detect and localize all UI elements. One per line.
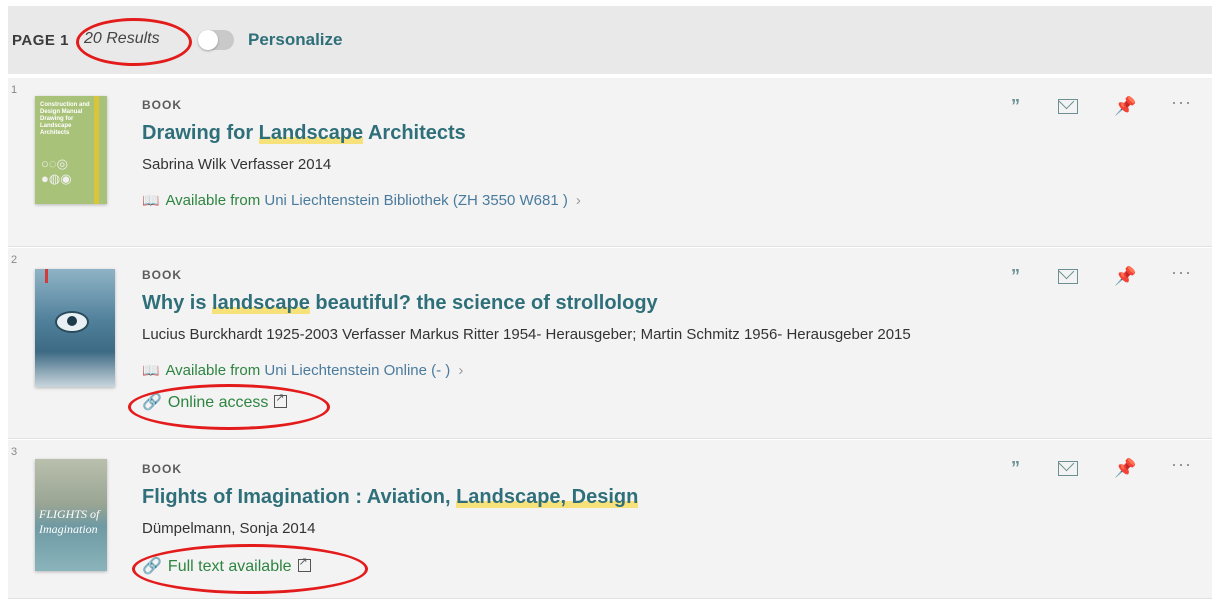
link-icon: 🔗	[142, 394, 162, 411]
chevron-right-icon: ›	[458, 362, 464, 379]
result-authors: Dümpelmann, Sonja 2014	[142, 520, 316, 537]
mail-icon[interactable]	[1058, 461, 1078, 476]
results-count: 20 Results	[84, 30, 160, 47]
cover-title-text: FLIGHTS of Imagination	[39, 507, 100, 536]
cover-eye-graphic	[55, 311, 89, 333]
availability-line[interactable]: 📖 Available from Uni Liechtenstein Biblio…	[142, 192, 581, 209]
book-cover-thumbnail[interactable]: FLIGHTS of Imagination	[35, 459, 107, 571]
result-item: 3 FLIGHTS of Imagination BOOK Flights of…	[8, 440, 1212, 599]
result-actions: ” 📌 ···	[1006, 454, 1196, 479]
result-authors: Lucius Burckhardt 1925-2003 Verfasser Ma…	[142, 326, 911, 343]
result-title-link[interactable]: Why is landscape beautiful? the science …	[142, 292, 658, 315]
result-authors: Sabrina Wilk Verfasser 2014	[142, 156, 332, 173]
more-icon[interactable]: ···	[1171, 454, 1192, 475]
online-access-link[interactable]: 🔗 Online access	[142, 391, 288, 412]
result-title-link[interactable]: Drawing for Landscape Architects	[142, 122, 466, 145]
chevron-right-icon: ›	[575, 192, 581, 209]
more-icon[interactable]: ···	[1171, 92, 1192, 113]
pin-icon[interactable]: 📌	[1114, 458, 1136, 479]
toggle-knob	[198, 30, 218, 50]
mail-icon[interactable]	[1058, 99, 1078, 114]
result-index: 1	[11, 84, 18, 96]
quote-icon[interactable]: ”	[1011, 266, 1020, 287]
link-icon: 🔗	[142, 558, 162, 575]
cover-title-text: Construction and Design Manual Drawing f…	[40, 102, 90, 136]
pin-icon[interactable]: 📌	[1114, 266, 1136, 287]
result-actions: ” 📌 ···	[1006, 92, 1196, 117]
result-type: BOOK	[142, 268, 182, 282]
book-icon: 📖	[142, 362, 160, 378]
book-cover-thumbnail[interactable]	[35, 269, 115, 387]
mail-icon[interactable]	[1058, 269, 1078, 284]
book-icon: 📖	[142, 192, 160, 208]
results-toolbar: PAGE 1 20 Results Personalize	[8, 6, 1212, 74]
external-link-icon	[274, 391, 288, 408]
result-index: 3	[11, 446, 18, 458]
result-item: 2 BOOK Why is landscape beautiful? the s…	[8, 248, 1212, 439]
availability-line[interactable]: 📖 Available from Uni Liechtenstein Online…	[142, 362, 463, 379]
personalize-label[interactable]: Personalize	[248, 30, 343, 50]
pin-icon[interactable]: 📌	[1114, 96, 1136, 117]
more-icon[interactable]: ···	[1171, 262, 1192, 283]
quote-icon[interactable]: ”	[1011, 96, 1020, 117]
quote-icon[interactable]: ”	[1011, 458, 1020, 479]
cover-pattern: ○◌◎ ●◍◉	[41, 156, 72, 186]
external-link-icon	[297, 555, 311, 572]
personalize-toggle[interactable]	[198, 30, 234, 50]
result-index: 2	[11, 254, 18, 266]
page-label: PAGE 1	[12, 32, 69, 49]
result-actions: ” 📌 ···	[1006, 262, 1196, 287]
result-type: BOOK	[142, 98, 182, 112]
result-title-link[interactable]: Flights of Imagination : Aviation, Lands…	[142, 486, 639, 509]
result-item: 1 Construction and Design Manual Drawing…	[8, 78, 1212, 247]
result-type: BOOK	[142, 462, 182, 476]
book-cover-thumbnail[interactable]: Construction and Design Manual Drawing f…	[35, 96, 107, 204]
full-text-link[interactable]: 🔗 Full text available	[142, 555, 311, 576]
